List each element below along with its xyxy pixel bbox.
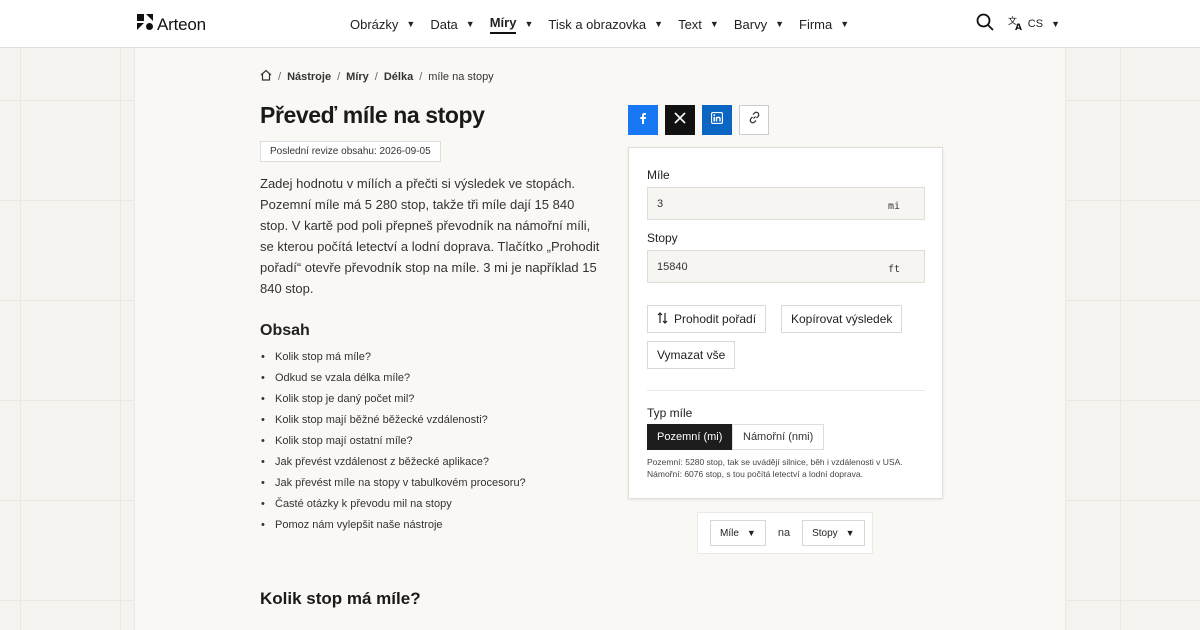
toc-link[interactable]: Jak převést míle na stopy v tabulkovém p… — [261, 474, 526, 495]
caret-down-icon: ▼ — [845, 528, 855, 538]
toc-link[interactable]: Kolik stop má míle? — [261, 348, 526, 369]
toc-link[interactable]: Odkud se vzala délka míle? — [261, 369, 526, 390]
logo-mark-icon — [137, 14, 153, 35]
caret-down-icon: ▼ — [654, 19, 664, 29]
share-linkedin-button[interactable] — [702, 105, 732, 135]
copy-result-button[interactable]: Kopírovat výsledek — [781, 305, 903, 333]
share-facebook-button[interactable] — [628, 105, 658, 135]
toc-link[interactable]: Časté otázky k převodu mil na stopy — [261, 495, 526, 516]
to-unit-select[interactable]: Stopy ▼ — [802, 520, 865, 546]
menu-label: Tisk a obrazovka — [548, 16, 647, 32]
unit-switch-bar: Míle ▼ na Stopy ▼ — [697, 512, 873, 554]
top-navbar: Arteon Obrázky ▼ Data ▼ Míry ▼ Tisk a obraz… — [0, 0, 1200, 48]
menu-item-data[interactable]: Data ▼ — [430, 0, 474, 48]
miles-input[interactable]: 3 mi — [647, 187, 925, 220]
svg-text:A: A — [1015, 23, 1022, 31]
from-unit-value: Míle — [720, 527, 739, 539]
nav-right: 文A CS ▼ — [976, 0, 1060, 48]
breadcrumb: / Nástroje / Míry / Délka / míle na stop… — [260, 69, 494, 84]
translate-icon: 文A — [1008, 15, 1024, 34]
breadcrumb-link-delka[interactable]: Délka — [384, 71, 413, 83]
feet-unit: ft — [887, 264, 900, 275]
caret-down-icon: ▼ — [1051, 19, 1060, 29]
menu-label: Obrázky — [350, 16, 399, 32]
menu-item-text[interactable]: Text ▼ — [678, 0, 719, 48]
caret-down-icon: ▼ — [406, 19, 416, 29]
menu-item-firma[interactable]: Firma ▼ — [799, 0, 849, 48]
mile-type-nautical-option[interactable]: Námořní (nmi) — [732, 424, 825, 450]
intro-paragraph: Zadej hodnotu v mílích a přečti si výsle… — [260, 176, 600, 296]
from-unit-select[interactable]: Míle ▼ — [710, 520, 766, 546]
page-title: Převeď míle na stopy — [260, 102, 485, 128]
toc-link[interactable]: Kolik stop mají běžné běžecké vzdálenost… — [261, 411, 526, 432]
menu-item-tisk[interactable]: Tisk a obrazovka ▼ — [548, 0, 663, 48]
caret-down-icon: ▼ — [775, 19, 784, 29]
breadcrumb-separator: / — [374, 70, 378, 83]
menu-item-obrazky[interactable]: Obrázky ▼ — [350, 0, 415, 48]
caret-down-icon: ▼ — [465, 19, 475, 29]
miles-label: Míle — [647, 168, 670, 182]
section-heading: Kolik stop má míle? — [260, 589, 421, 608]
divider — [647, 390, 925, 391]
toc-link[interactable]: Pomoz nám vylepšit naše nástroje — [261, 516, 526, 537]
swap-arrows-icon — [657, 311, 668, 327]
facebook-icon — [637, 111, 649, 129]
copy-link-button[interactable] — [739, 105, 769, 135]
caret-down-icon: ▼ — [840, 19, 850, 29]
language-selector[interactable]: 文A CS ▼ — [1008, 15, 1060, 34]
unit-joiner: na — [777, 527, 791, 539]
menu-label: Data — [430, 16, 458, 32]
caret-down-icon: ▼ — [709, 19, 719, 29]
toc-link[interactable]: Kolik stop je daný počet mil? — [261, 390, 526, 411]
table-of-contents: Kolik stop má míle? Odkud se vzala délka… — [261, 348, 526, 537]
mile-type-label: Typ míle — [647, 406, 693, 420]
toc-link[interactable]: Jak převést vzdálenost z běžecké aplikac… — [261, 453, 526, 474]
clear-all-button[interactable]: Vymazat vše — [647, 341, 736, 369]
to-unit-value: Stopy — [812, 527, 838, 539]
menu-label: Firma — [799, 16, 833, 32]
x-logo-icon — [674, 111, 686, 129]
converter-panel: Míle 3 mi Stopy 15840 ft Prohodit pořadí… — [628, 147, 943, 499]
revision-badge: Poslední revize obsahu: 2026-09-05 — [260, 141, 441, 162]
breadcrumb-current: míle na stopy — [428, 70, 494, 83]
caret-down-icon: ▼ — [746, 528, 756, 538]
miles-value: 3 — [657, 198, 664, 210]
menu-label: Barvy — [733, 16, 768, 32]
search-icon[interactable] — [976, 13, 994, 36]
menu-item-miry[interactable]: Míry ▼ — [489, 0, 534, 48]
breadcrumb-separator: / — [278, 70, 282, 83]
toc-link[interactable]: Kolik stop mají ostatní míle? — [261, 432, 526, 453]
brand-name: Arteon — [157, 14, 206, 34]
toc-title: Obsah — [260, 322, 310, 339]
swap-order-label: Prohodit pořadí — [674, 312, 757, 326]
breadcrumb-link-miry[interactable]: Míry — [346, 71, 369, 83]
feet-value: 15840 — [657, 261, 688, 273]
language-code: CS — [1027, 18, 1044, 30]
content-card: / Nástroje / Míry / Délka / míle na stop… — [134, 48, 1066, 630]
mile-type-note: Pozemní: 5280 stop, tak se uvádějí silni… — [647, 457, 903, 479]
feet-label: Stopy — [647, 231, 678, 245]
main-menu: Obrázky ▼ Data ▼ Míry ▼ Tisk a obrazovka ▼ T… — [350, 0, 864, 48]
linkedin-icon — [710, 111, 724, 129]
mile-type-land-option[interactable]: Pozemní (mi) — [647, 424, 733, 450]
share-x-button[interactable] — [665, 105, 695, 135]
home-icon[interactable] — [260, 69, 272, 84]
link-icon — [748, 111, 761, 129]
breadcrumb-link-nastroje[interactable]: Nástroje — [287, 71, 331, 83]
share-buttons — [628, 105, 769, 135]
breadcrumb-separator: / — [337, 70, 341, 83]
menu-item-barvy[interactable]: Barvy ▼ — [734, 0, 784, 48]
brand-logo[interactable]: Arteon — [137, 14, 206, 35]
miles-unit: mi — [887, 201, 900, 212]
swap-order-button[interactable]: Prohodit pořadí — [647, 305, 767, 333]
menu-label: Míry — [489, 15, 517, 34]
menu-label: Text — [678, 16, 702, 32]
breadcrumb-separator: / — [419, 70, 423, 83]
caret-down-icon: ▼ — [524, 19, 534, 29]
feet-input[interactable]: 15840 ft — [647, 250, 925, 283]
